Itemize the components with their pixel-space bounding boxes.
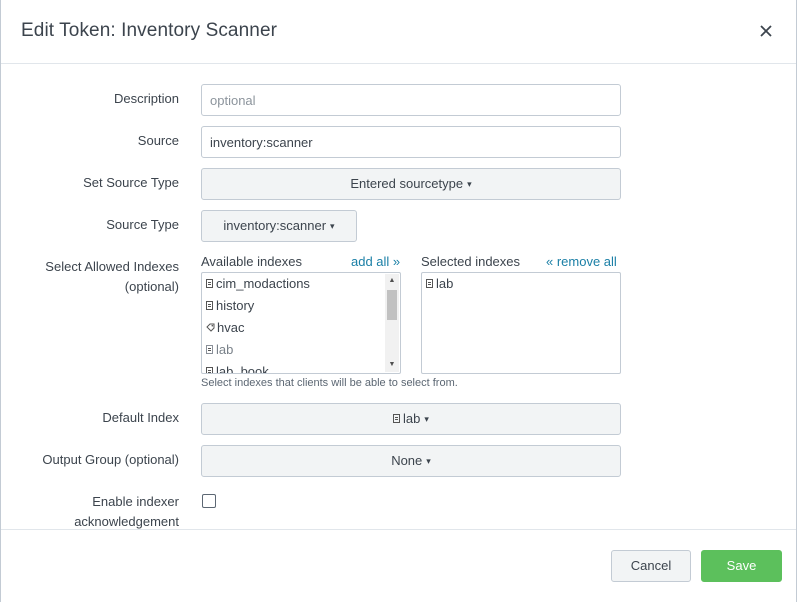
modal-title: Edit Token: Inventory Scanner — [21, 20, 278, 41]
cancel-button[interactable]: Cancel — [611, 550, 691, 582]
add-all-link[interactable]: add all » — [351, 254, 400, 269]
close-button[interactable] — [758, 23, 774, 39]
database-icon — [393, 414, 401, 423]
modal-footer: Cancel Save — [1, 529, 796, 603]
database-icon — [206, 367, 213, 373]
set-source-type-label: Set Source Type — [83, 175, 179, 190]
default-index-label: Default Index — [102, 410, 179, 425]
scroll-up-arrow-icon[interactable]: ▲ — [385, 274, 399, 288]
indexes-label-line2: (optional) — [124, 279, 179, 294]
selected-indexes-header: Selected indexes — [421, 254, 521, 269]
indexer-ack-label-line2: acknowledgement — [74, 514, 179, 529]
modal-header: Edit Token: Inventory Scanner — [1, 0, 796, 64]
source-input[interactable] — [201, 126, 621, 158]
caret-down-icon: ▾ — [330, 221, 335, 231]
default-index-dropdown[interactable]: lab ▾ — [201, 403, 621, 435]
source-type-label: Source Type — [106, 217, 179, 232]
available-index-item-disabled: lab — [206, 339, 233, 361]
description-label: Description — [113, 91, 179, 106]
indexer-ack-label-line1: Enable indexer — [92, 494, 179, 509]
default-index-value: lab — [403, 411, 421, 426]
set-source-type-value: Entered sourcetype — [350, 176, 464, 191]
database-icon — [206, 301, 213, 310]
indexes-label-line1: Select Allowed Indexes — [45, 259, 179, 274]
set-source-type-dropdown[interactable]: Entered sourcetype ▾ — [201, 168, 621, 200]
database-icon — [206, 279, 213, 288]
scroll-down-arrow-icon[interactable]: ▼ — [385, 358, 399, 372]
available-index-item[interactable]: history — [206, 295, 254, 317]
tag-icon — [206, 323, 215, 332]
modal-body: Description Source Set Source Type Enter… — [1, 64, 796, 529]
list-scrollbar[interactable]: ▲ ▼ — [385, 274, 399, 372]
indexer-ack-checkbox[interactable] — [202, 494, 216, 508]
close-icon — [760, 25, 772, 37]
available-indexes-list[interactable]: cim_modactions history hvac lab lab_book… — [201, 272, 401, 374]
edit-token-modal: Edit Token: Inventory Scanner Descriptio… — [0, 0, 797, 603]
scroll-thumb[interactable] — [387, 290, 397, 320]
available-index-item[interactable]: hvac — [206, 317, 244, 339]
caret-down-icon: ▾ — [467, 179, 472, 189]
remove-all-link[interactable]: « remove all — [546, 254, 617, 269]
caret-down-icon: ▾ — [424, 414, 429, 424]
caret-down-icon: ▾ — [426, 456, 431, 466]
available-index-item[interactable]: lab_book — [206, 361, 269, 373]
available-index-item[interactable]: cim_modactions — [206, 273, 310, 295]
indexes-label: Select Allowed Indexes (optional) — [45, 257, 179, 297]
description-input[interactable] — [201, 84, 621, 116]
indexes-help-text: Select indexes that clients will be able… — [201, 377, 458, 389]
output-group-label: Output Group (optional) — [42, 452, 179, 467]
source-type-dropdown[interactable]: inventory:scanner ▾ — [201, 210, 357, 242]
available-indexes-header: Available indexes — [201, 254, 302, 269]
selected-index-item[interactable]: lab — [426, 273, 453, 295]
indexer-ack-label: Enable indexer acknowledgement — [74, 492, 179, 529]
output-group-value: None — [391, 453, 423, 468]
output-group-dropdown[interactable]: None ▾ — [201, 445, 621, 477]
selected-indexes-list[interactable]: lab — [421, 272, 621, 374]
save-button[interactable]: Save — [701, 550, 782, 582]
database-icon — [206, 345, 213, 354]
source-type-value: inventory:scanner — [223, 218, 327, 233]
source-label: Source — [137, 133, 179, 148]
database-icon — [426, 279, 433, 288]
